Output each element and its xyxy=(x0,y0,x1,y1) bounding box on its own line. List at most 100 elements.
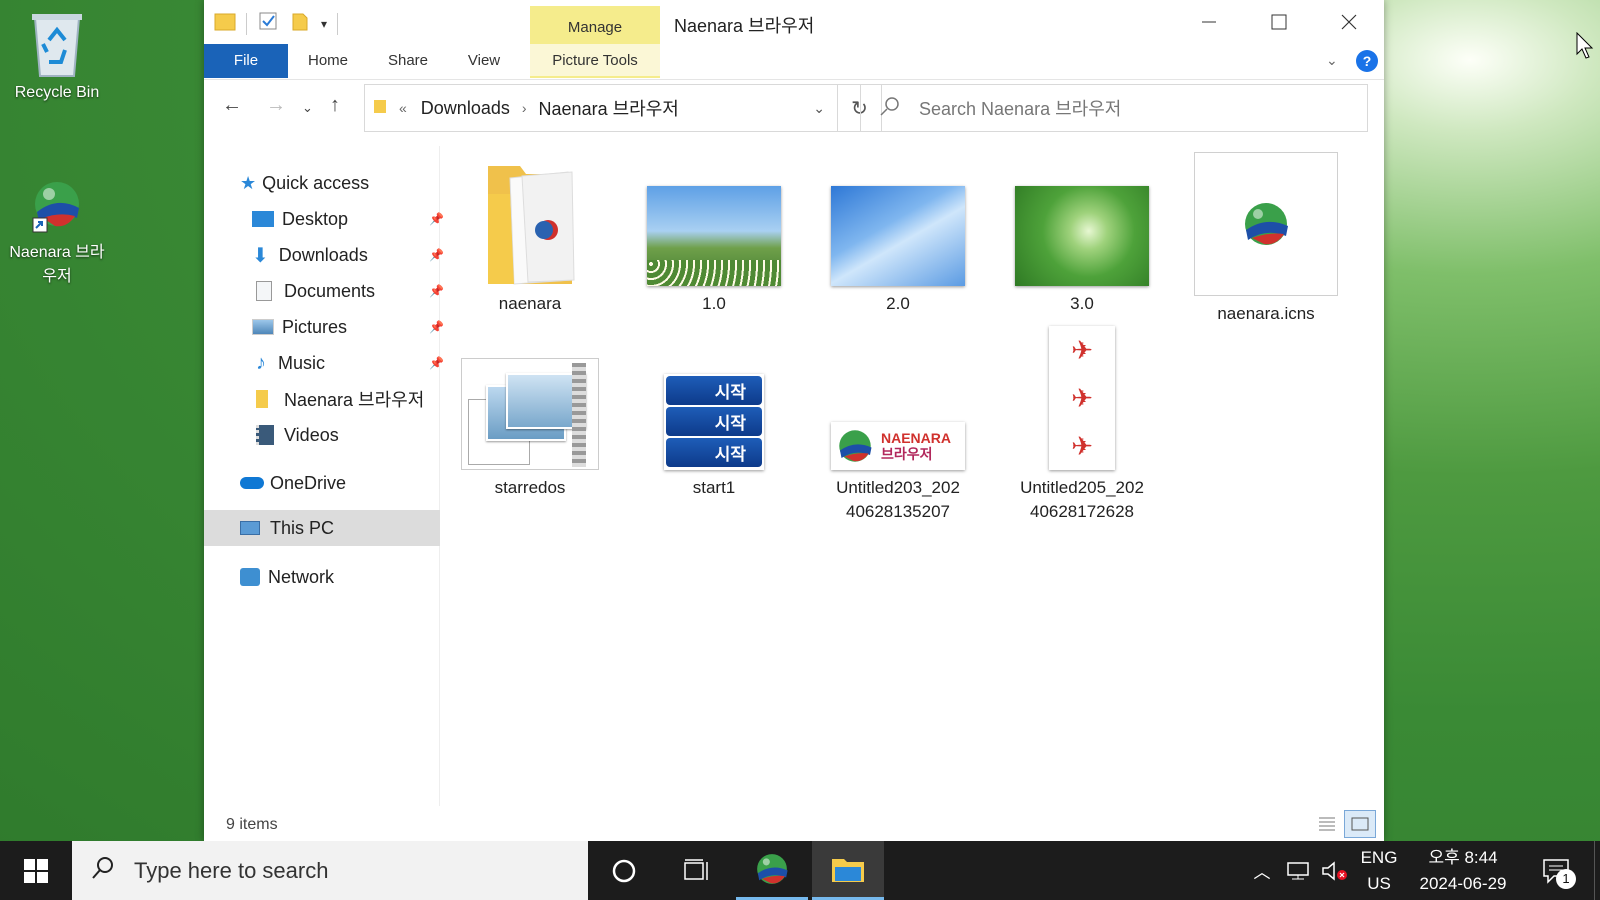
show-hidden-icons-button[interactable]: ︿ xyxy=(1248,841,1276,900)
nav-label: Network xyxy=(268,566,335,587)
tab-view[interactable]: View xyxy=(448,44,520,78)
pictures-icon xyxy=(252,319,274,335)
file-item-naenara[interactable]: naenara xyxy=(450,164,610,316)
close-button[interactable] xyxy=(1314,0,1384,44)
file-explorer-window: ▾ Manage Naenara 브라우저 File Home Share Vi… xyxy=(204,0,1384,841)
help-icon[interactable]: ? xyxy=(1356,50,1378,72)
file-name: Untitled205_202 40628172628 xyxy=(1020,478,1144,521)
nav-network[interactable]: Network xyxy=(240,560,334,594)
image-thumbnail: NAENARA 브라우저 xyxy=(831,358,965,470)
maximize-button[interactable] xyxy=(1244,0,1314,44)
file-item-start1[interactable]: 시작 시작 시작 start1 xyxy=(634,358,794,500)
large-icons-view-icon[interactable] xyxy=(1344,810,1376,838)
notification-badge: 1 xyxy=(1556,869,1576,889)
nav-label: Downloads xyxy=(278,244,368,265)
image-thumbnail: ✈ ✈ ✈ xyxy=(1049,326,1115,470)
network-status-button[interactable] xyxy=(1282,841,1314,900)
file-item-2-0[interactable]: 2.0 xyxy=(818,164,978,316)
folder-icon xyxy=(256,390,268,408)
nav-documents[interactable]: Documents 📌 xyxy=(252,274,444,308)
nav-label: Music xyxy=(278,352,326,373)
tab-home[interactable]: Home xyxy=(288,44,368,78)
properties-icon[interactable] xyxy=(257,10,279,37)
back-icon[interactable]: ← xyxy=(222,94,242,117)
red-bird-icon: ✈ xyxy=(1071,382,1093,413)
breadcrumb-downloads[interactable]: Downloads xyxy=(421,98,510,119)
naenara-globe-icon xyxy=(757,854,788,884)
nav-quick-access[interactable]: ★ Quick access xyxy=(240,166,369,200)
file-item-untitled203[interactable]: NAENARA 브라우저 Untitled203_202 40628135207 xyxy=(818,358,978,524)
taskbar-search-box[interactable]: Type here to search xyxy=(72,841,588,900)
file-item-starredos[interactable]: starredos xyxy=(450,358,610,500)
search-field[interactable]: Search Naenara 브라우저 xyxy=(860,84,1368,132)
file-item-3-0[interactable]: 3.0 xyxy=(1002,164,1162,316)
address-bar[interactable]: « Downloads › Naenara 브라우저 ⌄ xyxy=(364,84,838,132)
volume-button[interactable] xyxy=(1318,841,1350,900)
pin-icon[interactable]: 📌 xyxy=(429,248,444,262)
tab-manage[interactable]: Manage xyxy=(530,6,660,48)
file-name: 3.0 xyxy=(1070,294,1094,313)
nav-label: Naenara 브라우저 xyxy=(284,390,425,410)
nav-downloads[interactable]: ⬇ Downloads 📌 xyxy=(252,238,444,272)
image-thumbnail xyxy=(1015,164,1149,286)
cortana-button[interactable] xyxy=(588,841,660,900)
show-desktop-button[interactable] xyxy=(1594,841,1600,900)
file-name: naenara.icns xyxy=(1217,304,1315,323)
address-dropdown-icon[interactable]: ⌄ xyxy=(813,100,825,117)
nav-pictures[interactable]: Pictures 📌 xyxy=(252,310,444,344)
mouse-cursor-icon xyxy=(1576,31,1596,65)
volume-muted-icon xyxy=(1322,860,1347,881)
folder-icon[interactable] xyxy=(214,10,236,37)
navigation-bar: ← → ⌄ ↑ « Downloads › Naenara 브라우저 ⌄ ↻ S… xyxy=(204,84,1384,134)
task-view-button[interactable] xyxy=(660,841,732,900)
start-label: 시작 xyxy=(714,383,746,402)
pin-icon[interactable]: 📌 xyxy=(429,284,444,298)
file-name: starredos xyxy=(494,478,566,497)
pin-icon[interactable]: 📌 xyxy=(429,212,444,226)
clock-button[interactable]: 오후 8:44 2024-06-29 xyxy=(1408,841,1518,900)
taskbar: Type here to search ︿ ENG US 오후 8:44 202… xyxy=(0,841,1600,900)
pin-icon[interactable]: 📌 xyxy=(429,356,444,370)
nav-videos[interactable]: Videos xyxy=(252,418,339,452)
recent-locations-icon[interactable]: ⌄ xyxy=(302,100,313,116)
address-overflow-chevron[interactable]: « xyxy=(399,100,407,116)
tab-picture-tools[interactable]: Picture Tools xyxy=(530,44,660,78)
documents-icon xyxy=(256,281,272,301)
taskbar-file-explorer[interactable] xyxy=(812,841,884,900)
file-item-untitled205[interactable]: ✈ ✈ ✈ Untitled205_202 40628172628 xyxy=(1002,326,1162,524)
window-title: Naenara 브라우저 xyxy=(674,16,815,36)
file-item-naenara-icns[interactable]: naenara.icns xyxy=(1186,152,1346,326)
nav-label: Desktop xyxy=(282,208,349,229)
tab-file[interactable]: File xyxy=(204,44,288,78)
up-icon[interactable]: ↑ xyxy=(330,94,340,117)
navigation-pane: ★ Quick access Desktop 📌 ⬇ Downloads 📌 D… xyxy=(204,146,444,806)
minimize-button[interactable] xyxy=(1174,0,1244,44)
image-thumbnail: 시작 시작 시작 xyxy=(664,358,764,470)
start-button[interactable] xyxy=(0,841,72,900)
expand-ribbon-icon[interactable]: ⌄ xyxy=(1326,52,1338,69)
tab-share[interactable]: Share xyxy=(368,44,448,78)
new-folder-icon[interactable] xyxy=(289,10,311,37)
toolbar-divider xyxy=(246,12,247,35)
details-view-icon[interactable] xyxy=(1314,812,1340,836)
icns-thumbnail xyxy=(1194,152,1338,296)
pin-icon[interactable]: 📌 xyxy=(429,320,444,334)
input-language-button[interactable]: ENG US xyxy=(1354,841,1404,900)
file-item-1-0[interactable]: 1.0 xyxy=(634,164,794,316)
file-name: 2.0 xyxy=(886,294,910,313)
nav-music[interactable]: ♪ Music 📌 xyxy=(252,346,444,380)
customize-toolbar-icon[interactable]: ▾ xyxy=(321,17,327,31)
nav-desktop[interactable]: Desktop 📌 xyxy=(252,202,444,236)
nav-naenara-folder[interactable]: Naenara 브라우저 xyxy=(252,382,424,416)
file-name: Untitled203_202 40628135207 xyxy=(836,478,960,521)
breadcrumb-current[interactable]: Naenara 브라우저 xyxy=(539,95,679,121)
desktop-icon-naenara[interactable]: Naenara 브라우저 xyxy=(2,178,112,286)
brand-korean-text: 브라우저 xyxy=(881,446,933,462)
nav-onedrive[interactable]: OneDrive xyxy=(240,466,346,500)
forward-icon[interactable]: → xyxy=(266,94,286,117)
close-icon xyxy=(1341,14,1357,30)
nav-this-pc[interactable]: This PC xyxy=(204,510,440,546)
desktop-icon-recycle-bin[interactable]: Recycle Bin xyxy=(2,8,112,102)
action-center-button[interactable]: 1 xyxy=(1530,841,1582,900)
taskbar-naenara-browser[interactable] xyxy=(736,841,808,900)
